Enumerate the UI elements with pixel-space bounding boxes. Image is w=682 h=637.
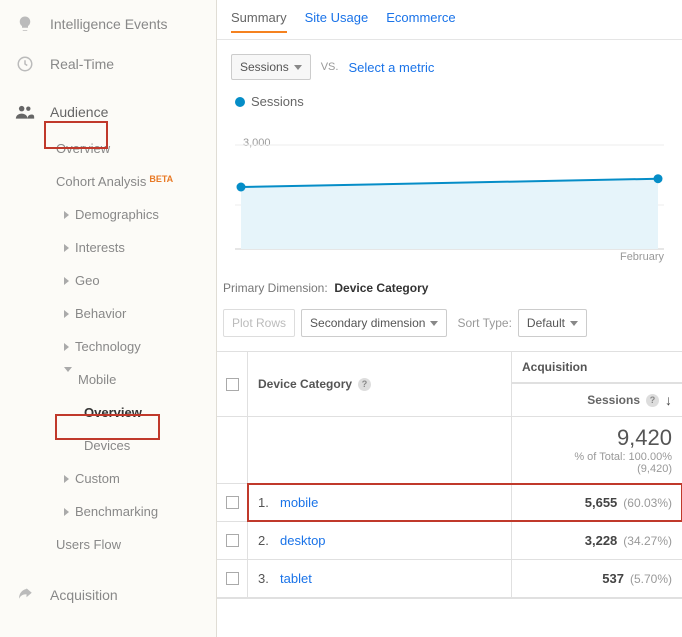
device-name-link[interactable]: tablet: [280, 571, 312, 586]
dd-label: Secondary dimension: [310, 316, 425, 330]
beta-badge: BETA: [149, 174, 173, 184]
chevron-down-icon: [570, 321, 578, 326]
clock-icon: [14, 53, 36, 75]
sub-label: Mobile: [78, 372, 116, 387]
metric-label: Sessions: [240, 60, 289, 74]
vs-label: VS.: [321, 61, 339, 73]
sidebar-item-cohort[interactable]: Cohort AnalysisBETA: [50, 165, 216, 198]
nav-acquisition[interactable]: Acquisition: [0, 575, 216, 615]
people-icon: [14, 101, 36, 123]
data-table: Device Category ? Acquisition Sessions ?…: [217, 351, 682, 599]
sidebar-item-mobile-devices[interactable]: Devices: [78, 429, 216, 462]
sub-label: Benchmarking: [75, 504, 158, 519]
caret-down-icon: [64, 367, 72, 387]
row-value: 537: [602, 571, 624, 586]
nav-intelligence-events[interactable]: Intelligence Events: [0, 4, 216, 44]
sub-label: Geo: [75, 273, 100, 288]
row-value: 3,228: [585, 533, 618, 548]
sidebar-item-benchmarking[interactable]: Benchmarking: [58, 495, 216, 528]
help-icon[interactable]: ?: [358, 378, 371, 391]
chevron-down-icon: [430, 321, 438, 326]
nav-label: Intelligence Events: [50, 16, 168, 32]
col-label: Device Category: [258, 377, 352, 391]
sub-label: Technology: [75, 339, 141, 354]
dd-label: Default: [527, 316, 565, 330]
row-pct: (5.70%): [630, 572, 672, 586]
sidebar-item-interests[interactable]: Interests: [58, 231, 216, 264]
sidebar-item-technology[interactable]: Technology: [58, 330, 216, 363]
select-all-checkbox[interactable]: [226, 378, 239, 391]
secondary-dimension-dropdown[interactable]: Secondary dimension: [301, 309, 447, 337]
nav-audience[interactable]: Audience: [0, 92, 216, 132]
sidebar-item-users-flow[interactable]: Users Flow: [50, 528, 216, 561]
sidebar-item-geo[interactable]: Geo: [58, 264, 216, 297]
nav-realtime[interactable]: Real-Time: [0, 44, 216, 84]
select-metric-link[interactable]: Select a metric: [348, 60, 434, 75]
metric-dropdown[interactable]: Sessions: [231, 54, 311, 80]
tab-ecommerce[interactable]: Ecommerce: [386, 10, 455, 33]
row-checkbox[interactable]: [226, 572, 239, 585]
cohort-label: Cohort Analysis: [56, 174, 146, 189]
arrow-share-icon: [14, 584, 36, 606]
caret-right-icon: [64, 508, 69, 516]
table-header: Device Category ? Acquisition Sessions ?…: [217, 352, 682, 417]
sidebar-item-overview[interactable]: Overview: [50, 132, 216, 165]
row-checkbox[interactable]: [226, 496, 239, 509]
caret-right-icon: [64, 244, 69, 252]
nav-label: Acquisition: [50, 587, 118, 603]
sidebar-item-custom[interactable]: Custom: [58, 462, 216, 495]
caret-right-icon: [64, 343, 69, 351]
legend-dot-icon: [235, 97, 245, 107]
device-name-link[interactable]: mobile: [280, 495, 318, 510]
row-pct: (60.03%): [623, 496, 672, 510]
sub-label: Custom: [75, 471, 120, 486]
row-index: 1.: [258, 495, 280, 510]
caret-right-icon: [64, 475, 69, 483]
table-row[interactable]: 1.mobile 5,655 (60.03%): [217, 484, 682, 522]
sessions-chart: 3,000 1,500 February: [235, 115, 664, 263]
plot-rows-button: Plot Rows: [223, 309, 295, 337]
sub-label: Interests: [75, 240, 125, 255]
row-index: 2.: [258, 533, 280, 548]
lightbulb-icon: [14, 13, 36, 35]
sort-arrow-down-icon: ↓: [665, 392, 672, 408]
sidebar-item-mobile[interactable]: Mobile: [58, 363, 216, 396]
caret-right-icon: [64, 277, 69, 285]
total-raw: (9,420): [522, 463, 672, 475]
col-label: Sessions: [587, 393, 640, 407]
sidebar-item-behavior[interactable]: Behavior: [58, 297, 216, 330]
device-name-link[interactable]: desktop: [280, 533, 326, 548]
sort-type-dropdown[interactable]: Default: [518, 309, 587, 337]
sort-type-label: Sort Type:: [457, 316, 511, 330]
col-device-category[interactable]: Device Category ?: [248, 352, 512, 416]
tab-site-usage[interactable]: Site Usage: [305, 10, 369, 33]
sidebar-item-demographics[interactable]: Demographics: [58, 198, 216, 231]
sidebar-item-mobile-overview[interactable]: Overview: [78, 396, 216, 429]
caret-right-icon: [64, 211, 69, 219]
row-value: 5,655: [585, 495, 618, 510]
table-summary-row: 9,420 % of Total: 100.00% (9,420): [217, 417, 682, 484]
row-pct: (34.27%): [623, 534, 672, 548]
nav-label: Real-Time: [50, 56, 114, 72]
col-group-acquisition: Acquisition: [512, 352, 682, 383]
row-index: 3.: [258, 571, 280, 586]
chart-legend: Sessions: [217, 94, 682, 115]
tab-summary[interactable]: Summary: [231, 10, 287, 33]
total-pct: % of Total: 100.00%: [522, 451, 672, 463]
primary-dimension: Primary Dimension: Device Category: [217, 263, 682, 301]
col-sessions[interactable]: Sessions ? ↓: [512, 383, 682, 416]
nav-label: Audience: [50, 104, 108, 120]
table-row[interactable]: 3.tablet 537 (5.70%): [217, 560, 682, 598]
chevron-down-icon: [294, 65, 302, 70]
sub-label: Behavior: [75, 306, 126, 321]
sub-tabs: Summary Site Usage Ecommerce: [217, 0, 682, 39]
row-checkbox[interactable]: [226, 534, 239, 547]
table-row[interactable]: 2.desktop 3,228 (34.27%): [217, 522, 682, 560]
total-sessions: 9,420: [522, 425, 672, 451]
sub-label: Demographics: [75, 207, 159, 222]
help-icon[interactable]: ?: [646, 394, 659, 407]
legend-label: Sessions: [251, 94, 304, 109]
caret-right-icon: [64, 310, 69, 318]
